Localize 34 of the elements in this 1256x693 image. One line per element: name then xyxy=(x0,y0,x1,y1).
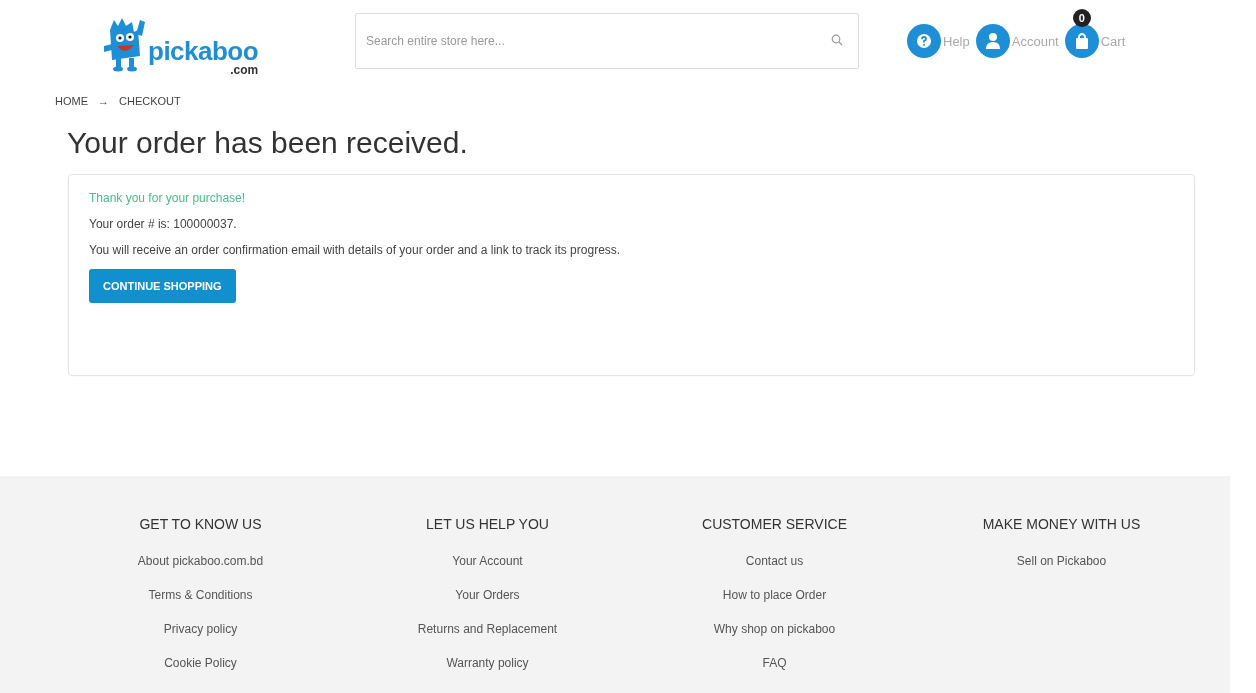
user-icon xyxy=(984,32,1001,50)
cart-count-badge: 0 xyxy=(1072,9,1091,27)
breadcrumb-item: CHECKOUT xyxy=(119,95,181,107)
footer-link[interactable]: Why shop on pickaboo xyxy=(713,622,836,656)
footer-link[interactable]: Your Account xyxy=(452,554,523,588)
footer-heading: CUSTOMER SERVICE xyxy=(702,516,847,532)
footer-link[interactable]: How to place Order xyxy=(722,588,827,622)
footer-link[interactable]: Privacy policy xyxy=(163,622,238,656)
footer-link[interactable]: Contact us xyxy=(745,554,804,588)
footer-heading: GET TO KNOW US xyxy=(139,516,262,532)
breadcrumb-item[interactable]: HOME xyxy=(55,95,88,107)
footer-heading: LET US HELP YOU xyxy=(426,516,549,532)
search-field[interactable]: Search entire store here... xyxy=(355,13,859,69)
footer-heading: MAKE MONEY WITH US xyxy=(982,516,1141,532)
help-icon xyxy=(916,33,932,49)
continue-shopping-button[interactable]: CONTINUE SHOPPING xyxy=(89,269,236,303)
footer-link[interactable]: Terms & Conditions xyxy=(148,588,253,622)
footer-link[interactable]: About pickaboo.com.bd xyxy=(137,554,264,588)
breadcrumb-separator: → xyxy=(98,95,109,107)
footer-link[interactable]: FAQ xyxy=(762,656,787,690)
footer-link[interactable]: Sell on Pickaboo xyxy=(1016,554,1107,588)
shopping-bag-icon xyxy=(1073,32,1090,50)
search-icon[interactable] xyxy=(831,34,843,46)
cart-link[interactable]: 0 Cart xyxy=(1064,8,1126,58)
page-title: Your order has been received. xyxy=(67,126,469,161)
thank-you-message: Thank you for your purchase! xyxy=(89,191,246,205)
footer-link[interactable]: Warranty policy xyxy=(446,656,529,690)
logo-domain: .com xyxy=(230,64,259,76)
footer-link[interactable]: Your Orders xyxy=(455,588,520,622)
footer-link[interactable]: Cookie Policy xyxy=(164,656,237,690)
order-number: Your order # is: 100000037. xyxy=(89,217,237,231)
logo-name[interactable]: pickaboo xyxy=(148,38,259,64)
footer-link[interactable]: Returns and Replacement xyxy=(417,622,558,656)
confirmation-message: You will receive an order confirmation email with details of your order and a link to track its progress. xyxy=(89,243,621,257)
